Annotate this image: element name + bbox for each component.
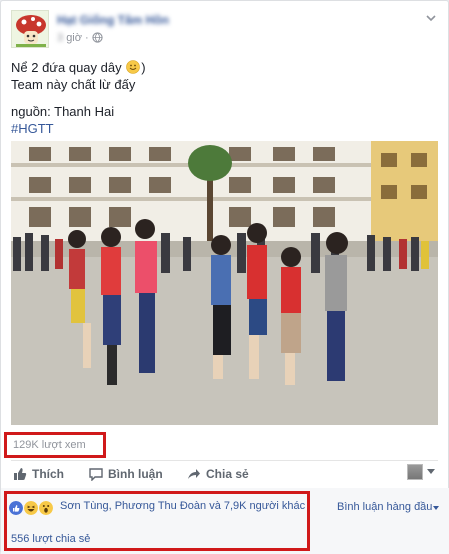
- divider: [11, 460, 438, 461]
- wow-icon: [39, 501, 53, 515]
- comment-button[interactable]: Bình luận: [89, 467, 163, 481]
- comment-sort-caret-icon[interactable]: [433, 506, 439, 510]
- haha-icon: [24, 501, 38, 515]
- page-name[interactable]: Hạt Giống Tâm Hồn: [57, 13, 169, 27]
- like-icon: [9, 501, 23, 515]
- time-value: 3: [57, 32, 64, 44]
- actor-selector-caret-icon[interactable]: [427, 469, 435, 474]
- post-source: nguồn: Thanh Hai: [11, 104, 115, 119]
- chevron-down-icon[interactable]: [424, 11, 438, 25]
- reaction-icons[interactable]: [9, 501, 53, 515]
- post-line-2: Team này chất lừ đấy: [11, 77, 136, 92]
- post-hashtag[interactable]: #HGTT: [11, 120, 431, 137]
- share-button[interactable]: Chia sẻ: [187, 467, 249, 481]
- post-line-1: Nể 2 đứa quay dây ): [11, 60, 146, 75]
- post-body: Nể 2 đứa quay dây ) Team này chất lừ đấy…: [11, 59, 431, 137]
- time-unit: giờ: [66, 32, 82, 44]
- video-player[interactable]: [11, 141, 438, 425]
- post-timestamp[interactable]: 3 giờ ·: [57, 32, 103, 44]
- view-count: 129K lượt xem: [13, 439, 86, 451]
- thumbs-up-icon: [14, 468, 27, 480]
- video-frame: [11, 141, 438, 425]
- share-count[interactable]: 556 lượt chia sẻ: [11, 533, 90, 545]
- share-icon: [188, 469, 200, 479]
- page-avatar[interactable]: [11, 10, 49, 48]
- globe-icon: [92, 32, 103, 43]
- reaction-summary[interactable]: Sơn Tùng, Phương Thu Đoàn và 7,9K người …: [60, 500, 305, 512]
- comment-sort-selector[interactable]: Bình luận hàng đầu: [337, 501, 432, 513]
- views-highlight: 129K lượt xem: [4, 432, 106, 458]
- actor-selector-avatar[interactable]: [407, 464, 423, 480]
- smile-emoji-icon: [126, 60, 141, 74]
- time-separator: ·: [85, 32, 89, 44]
- comment-icon: [89, 468, 103, 481]
- mushroom-character-icon: [12, 11, 48, 47]
- post-card: Hạt Giống Tâm Hồn 3 giờ · Nể 2 đứa quay …: [0, 0, 449, 554]
- like-button[interactable]: Thích: [13, 467, 64, 481]
